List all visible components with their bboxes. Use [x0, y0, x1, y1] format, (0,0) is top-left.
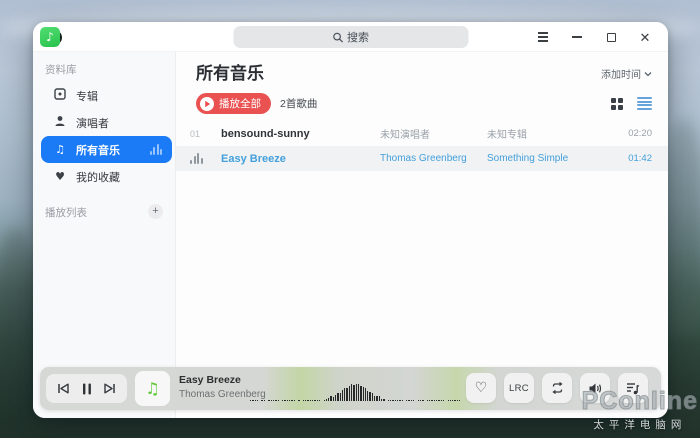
- playing-equalizer-icon: [149, 144, 162, 155]
- close-icon: ✕: [639, 29, 651, 45]
- favorite-button[interactable]: ♡: [466, 373, 496, 403]
- song-count: 2首歌曲: [280, 98, 318, 110]
- lrc-label: LRC: [509, 382, 529, 394]
- sort-label: 添加时间: [601, 70, 641, 81]
- song-list: 01 bensound-sunny 未知演唱者 未知专辑 02:20 Easy …: [176, 121, 668, 171]
- library-section-label: 资料库: [45, 64, 77, 76]
- heart-icon: ♥: [55, 170, 65, 183]
- search-placeholder: 搜索: [347, 32, 369, 44]
- previous-button[interactable]: [55, 380, 73, 398]
- repeat-icon: [551, 382, 563, 394]
- pause-button[interactable]: [78, 380, 96, 398]
- close-button[interactable]: ✕: [628, 22, 662, 52]
- play-queue-button[interactable]: [618, 373, 648, 403]
- main-content: 所有音乐 添加时间 播放全部 2首歌曲 01 bensound-sunny 未知…: [176, 52, 668, 418]
- song-album: Something Simple: [487, 153, 569, 164]
- song-artist: Thomas Greenberg: [380, 153, 467, 164]
- lyrics-button[interactable]: LRC: [504, 373, 534, 403]
- previous-icon: [58, 383, 69, 394]
- song-duration: 02:20: [628, 128, 652, 139]
- playlist-section: 播放列表 +: [45, 204, 163, 219]
- artist-icon: [53, 115, 67, 130]
- song-artist: 未知演唱者: [380, 130, 430, 141]
- toolbar: 播放全部 2首歌曲: [176, 84, 668, 114]
- sort-dropdown[interactable]: 添加时间: [601, 66, 652, 81]
- playlist-icon: [627, 382, 640, 394]
- sidebar-item-albums[interactable]: 专辑: [41, 82, 171, 109]
- sidebar-item-all-music[interactable]: ♫ 所有音乐: [41, 136, 172, 163]
- heart-outline-icon: ♡: [474, 380, 488, 396]
- play-all-label: 播放全部: [219, 98, 261, 110]
- sidebar-item-favorites[interactable]: ♥ 我的收藏: [41, 163, 171, 190]
- sidebar-item-label: 我的收藏: [76, 171, 120, 184]
- player-bar: ♫ Easy Breeze Thomas Greenberg ♡ LRC: [40, 367, 661, 410]
- table-row[interactable]: Easy Breeze Thomas Greenberg Something S…: [176, 146, 668, 171]
- titlebar: ♪ 搜索 ✕: [33, 22, 668, 52]
- sidebar-item-artists[interactable]: 演唱者: [41, 109, 171, 136]
- music-note-icon: ♪: [40, 27, 60, 47]
- next-icon: [104, 383, 115, 394]
- album-icon: [53, 88, 67, 103]
- sidebar: 资料库 专辑 演唱者 ♫ 所有音乐 ♥ 我的收藏 播放列表 +: [33, 52, 176, 418]
- minimize-icon: [572, 36, 582, 38]
- volume-button[interactable]: [580, 373, 610, 403]
- list-view-icon[interactable]: [637, 96, 652, 111]
- table-row[interactable]: 01 bensound-sunny 未知演唱者 未知专辑 02:20: [176, 121, 668, 146]
- chevron-down-icon: [644, 71, 652, 76]
- hamburger-icon: [538, 32, 548, 42]
- sidebar-item-label: 所有音乐: [76, 144, 120, 157]
- song-album: 未知专辑: [487, 130, 527, 141]
- grid-view-icon[interactable]: [611, 97, 623, 110]
- play-all-button[interactable]: 播放全部: [196, 93, 271, 114]
- minimize-button[interactable]: [560, 22, 594, 52]
- repeat-button[interactable]: [542, 373, 572, 403]
- play-icon: [200, 96, 214, 111]
- pause-icon: [82, 383, 91, 394]
- song-title: Easy Breeze: [221, 152, 286, 165]
- menu-button[interactable]: [526, 22, 560, 52]
- waveform-progress[interactable]: [250, 381, 468, 401]
- playing-indicator: [190, 153, 210, 164]
- playlist-section-label: 播放列表: [45, 206, 87, 219]
- song-title: bensound-sunny: [221, 127, 310, 140]
- maximize-button[interactable]: [594, 22, 628, 52]
- window-controls: ✕: [526, 22, 662, 52]
- maximize-icon: [606, 32, 616, 42]
- main-header: 所有音乐 添加时间: [176, 52, 668, 84]
- playing-equalizer-icon: [190, 153, 210, 164]
- music-note-icon: ♫: [55, 143, 65, 156]
- app-logo-icon: ♪: [40, 27, 62, 47]
- music-app-window: ♪ 搜索 ✕ 资料库 专辑 演唱者 ♫ 所有音乐 ♥ 我的收藏 播放列表 + 所…: [33, 22, 668, 418]
- search-input[interactable]: 搜索: [233, 26, 468, 48]
- next-button[interactable]: [101, 380, 119, 398]
- page-title: 所有音乐: [196, 64, 264, 83]
- sidebar-item-label: 演唱者: [76, 117, 109, 130]
- song-number: 01: [190, 128, 201, 139]
- search-icon: [332, 32, 343, 43]
- transport-controls: [46, 374, 127, 403]
- player-buttons: ♡ LRC: [466, 373, 648, 403]
- song-duration: 01:42: [628, 153, 652, 164]
- watermark-subtitle: 太平洋电脑网: [593, 419, 687, 431]
- add-playlist-button[interactable]: +: [148, 204, 163, 219]
- view-toggles: [611, 96, 652, 111]
- volume-icon: [589, 383, 601, 393]
- now-playing-album-art[interactable]: ♫: [135, 371, 170, 406]
- sidebar-item-label: 专辑: [76, 90, 98, 103]
